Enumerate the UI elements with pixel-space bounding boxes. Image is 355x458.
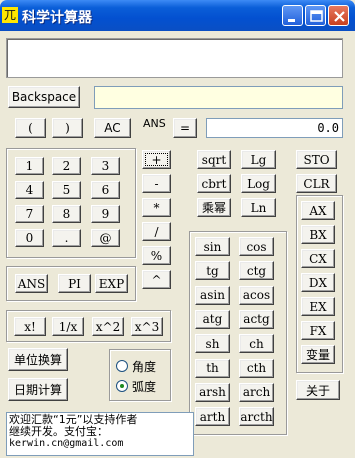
degree-radio[interactable] xyxy=(116,360,128,372)
unit-convert-button[interactable]: 单位换算 xyxy=(8,348,68,371)
register-button[interactable]: AX xyxy=(301,201,335,220)
equals-button[interactable]: = xyxy=(173,118,197,138)
digit-button[interactable]: 2 xyxy=(52,157,81,175)
trig-button[interactable]: acos xyxy=(239,285,274,305)
register-button[interactable]: 变量 xyxy=(301,345,335,364)
digit-button[interactable]: 7 xyxy=(15,205,44,223)
operator-button[interactable]: ^ xyxy=(142,270,171,289)
trig-button[interactable]: arsh xyxy=(195,382,230,402)
register-button[interactable]: EX xyxy=(301,297,335,316)
trig-button[interactable]: atg xyxy=(195,309,230,329)
info-line: kerwin.cn@gmail.com xyxy=(9,438,124,449)
digit-button[interactable]: 1 xyxy=(15,157,44,175)
memory-field[interactable] xyxy=(94,86,343,109)
calculator-window: 兀 科学计算器 Backspace ( ) AC ANS = 关于 单 xyxy=(0,0,355,458)
result-display[interactable] xyxy=(206,118,343,138)
digit-button[interactable]: 8 xyxy=(52,205,81,223)
title-bar[interactable]: 兀 科学计算器 xyxy=(0,0,355,31)
memory-button[interactable]: STO xyxy=(296,150,337,169)
constant-button[interactable]: ANS xyxy=(15,274,48,293)
trig-button[interactable]: arth xyxy=(195,407,230,427)
function-button[interactable]: sqrt xyxy=(197,150,231,169)
trig-button[interactable]: asin xyxy=(195,285,230,305)
date-calc-button[interactable]: 日期计算 xyxy=(8,378,68,401)
power-button[interactable]: 1/x xyxy=(52,317,84,336)
close-paren-button[interactable]: ) xyxy=(52,118,83,138)
degree-label: 角度 xyxy=(132,360,157,374)
memory-button[interactable]: CLR xyxy=(296,174,337,193)
trig-button[interactable]: actg xyxy=(239,309,274,329)
digit-button[interactable]: 5 xyxy=(52,181,81,199)
expression-input[interactable] xyxy=(6,38,343,78)
trig-button[interactable]: sin xyxy=(195,237,230,256)
trig-button[interactable]: sh xyxy=(195,334,230,354)
constant-button[interactable]: EXP xyxy=(95,274,128,293)
close-icon xyxy=(334,11,345,22)
power-button[interactable]: x^3 xyxy=(131,317,163,336)
power-button[interactable]: x^2 xyxy=(92,317,124,336)
backspace-button[interactable]: Backspace xyxy=(8,86,80,108)
minimize-button[interactable] xyxy=(282,5,303,26)
register-button[interactable]: DX xyxy=(301,273,335,292)
trig-button[interactable]: ctg xyxy=(239,261,274,281)
power-button[interactable]: x! xyxy=(14,317,46,336)
window-title: 科学计算器 xyxy=(22,10,92,26)
trig-button[interactable]: th xyxy=(195,358,230,378)
constant-button[interactable]: PI xyxy=(58,274,91,293)
app-icon: 兀 xyxy=(2,7,18,23)
digit-button[interactable]: . xyxy=(52,229,81,247)
open-paren-button[interactable]: ( xyxy=(15,118,46,138)
register-button[interactable]: FX xyxy=(301,321,335,340)
trig-button[interactable]: arcth xyxy=(239,407,274,427)
digit-button[interactable]: 0 xyxy=(15,229,44,247)
operator-button[interactable]: - xyxy=(142,174,171,193)
digit-button[interactable]: 6 xyxy=(91,181,120,199)
info-line: 继续开发。支付宝： xyxy=(9,425,108,438)
trig-button[interactable]: tg xyxy=(195,261,230,281)
all-clear-button[interactable]: AC xyxy=(94,118,131,138)
register-button[interactable]: BX xyxy=(301,225,335,244)
digit-button[interactable]: @ xyxy=(91,229,120,247)
maximize-button[interactable] xyxy=(305,5,326,26)
close-button[interactable] xyxy=(328,5,349,26)
ans-label: ANS xyxy=(143,117,166,130)
trig-button[interactable]: ch xyxy=(239,334,274,354)
trig-button[interactable]: arch xyxy=(239,382,274,402)
function-button[interactable]: cbrt xyxy=(197,174,231,193)
trig-button[interactable]: cth xyxy=(239,358,274,378)
function-button[interactable]: Lg xyxy=(241,150,276,169)
minimize-icon xyxy=(288,19,295,22)
register-button[interactable]: CX xyxy=(301,249,335,268)
radian-radio[interactable] xyxy=(116,380,128,392)
trig-button[interactable]: cos xyxy=(239,237,274,256)
digit-button[interactable]: 3 xyxy=(91,157,120,175)
about-button[interactable]: 关于 xyxy=(296,380,340,400)
operator-button[interactable]: + xyxy=(142,150,171,169)
function-button[interactable]: Ln xyxy=(241,198,276,217)
digit-button[interactable]: 9 xyxy=(91,205,120,223)
operator-button[interactable]: % xyxy=(142,246,171,265)
function-button[interactable]: 乘幂 xyxy=(197,198,231,217)
info-textbox[interactable]: 欢迎汇款“1元”以支持作者 继续开发。支付宝： kerwin.cn@gmail.… xyxy=(6,412,194,456)
radian-label: 弧度 xyxy=(132,380,157,394)
function-button[interactable]: Log xyxy=(241,174,276,193)
digit-button[interactable]: 4 xyxy=(15,181,44,199)
operator-button[interactable]: * xyxy=(142,198,171,217)
maximize-icon xyxy=(310,10,323,22)
operator-button[interactable]: / xyxy=(142,222,171,241)
